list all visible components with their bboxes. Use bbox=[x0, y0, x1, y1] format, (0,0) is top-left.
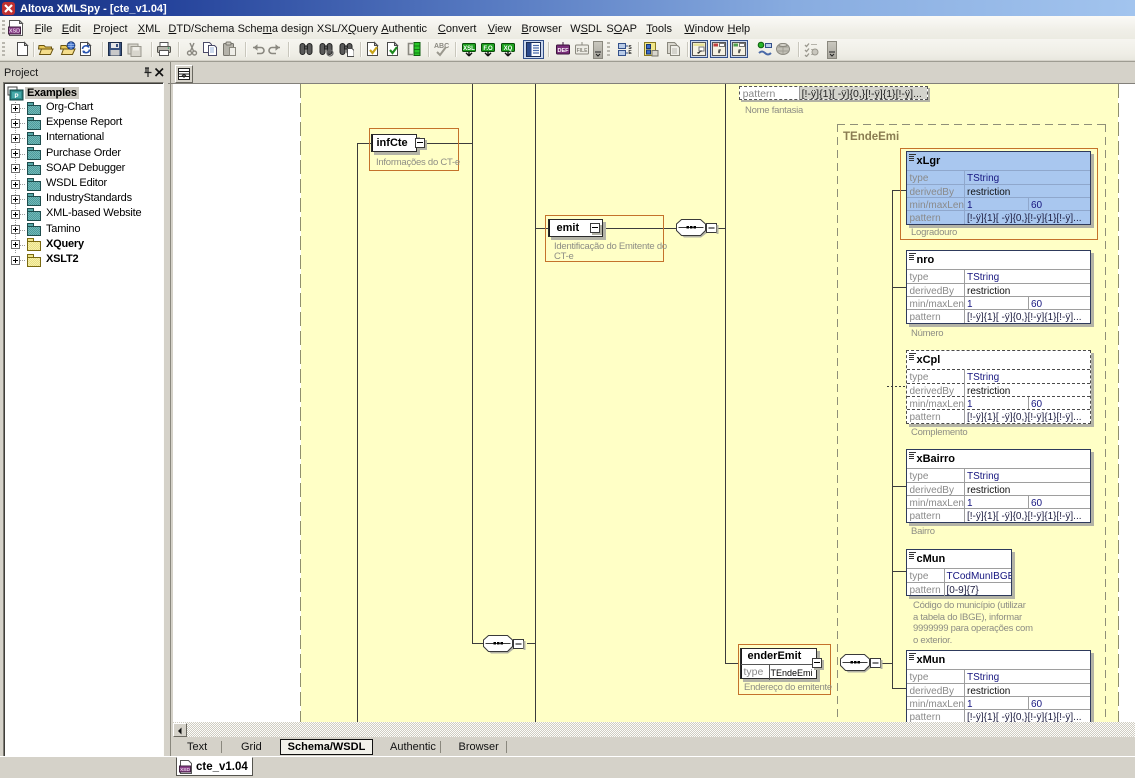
svg-text:ABC: ABC bbox=[434, 43, 449, 50]
svg-text:XSD: XSD bbox=[180, 767, 190, 773]
svg-text:XQ: XQ bbox=[504, 46, 513, 52]
svg-text:DEF: DEF bbox=[557, 48, 569, 54]
svg-text:XSD: XSD bbox=[9, 29, 20, 35]
svg-text:F.O: F.O bbox=[484, 46, 494, 52]
svg-text:FILE: FILE bbox=[577, 48, 588, 54]
svg-text:XSL: XSL bbox=[463, 46, 475, 52]
svg-text:E: E bbox=[628, 50, 632, 56]
